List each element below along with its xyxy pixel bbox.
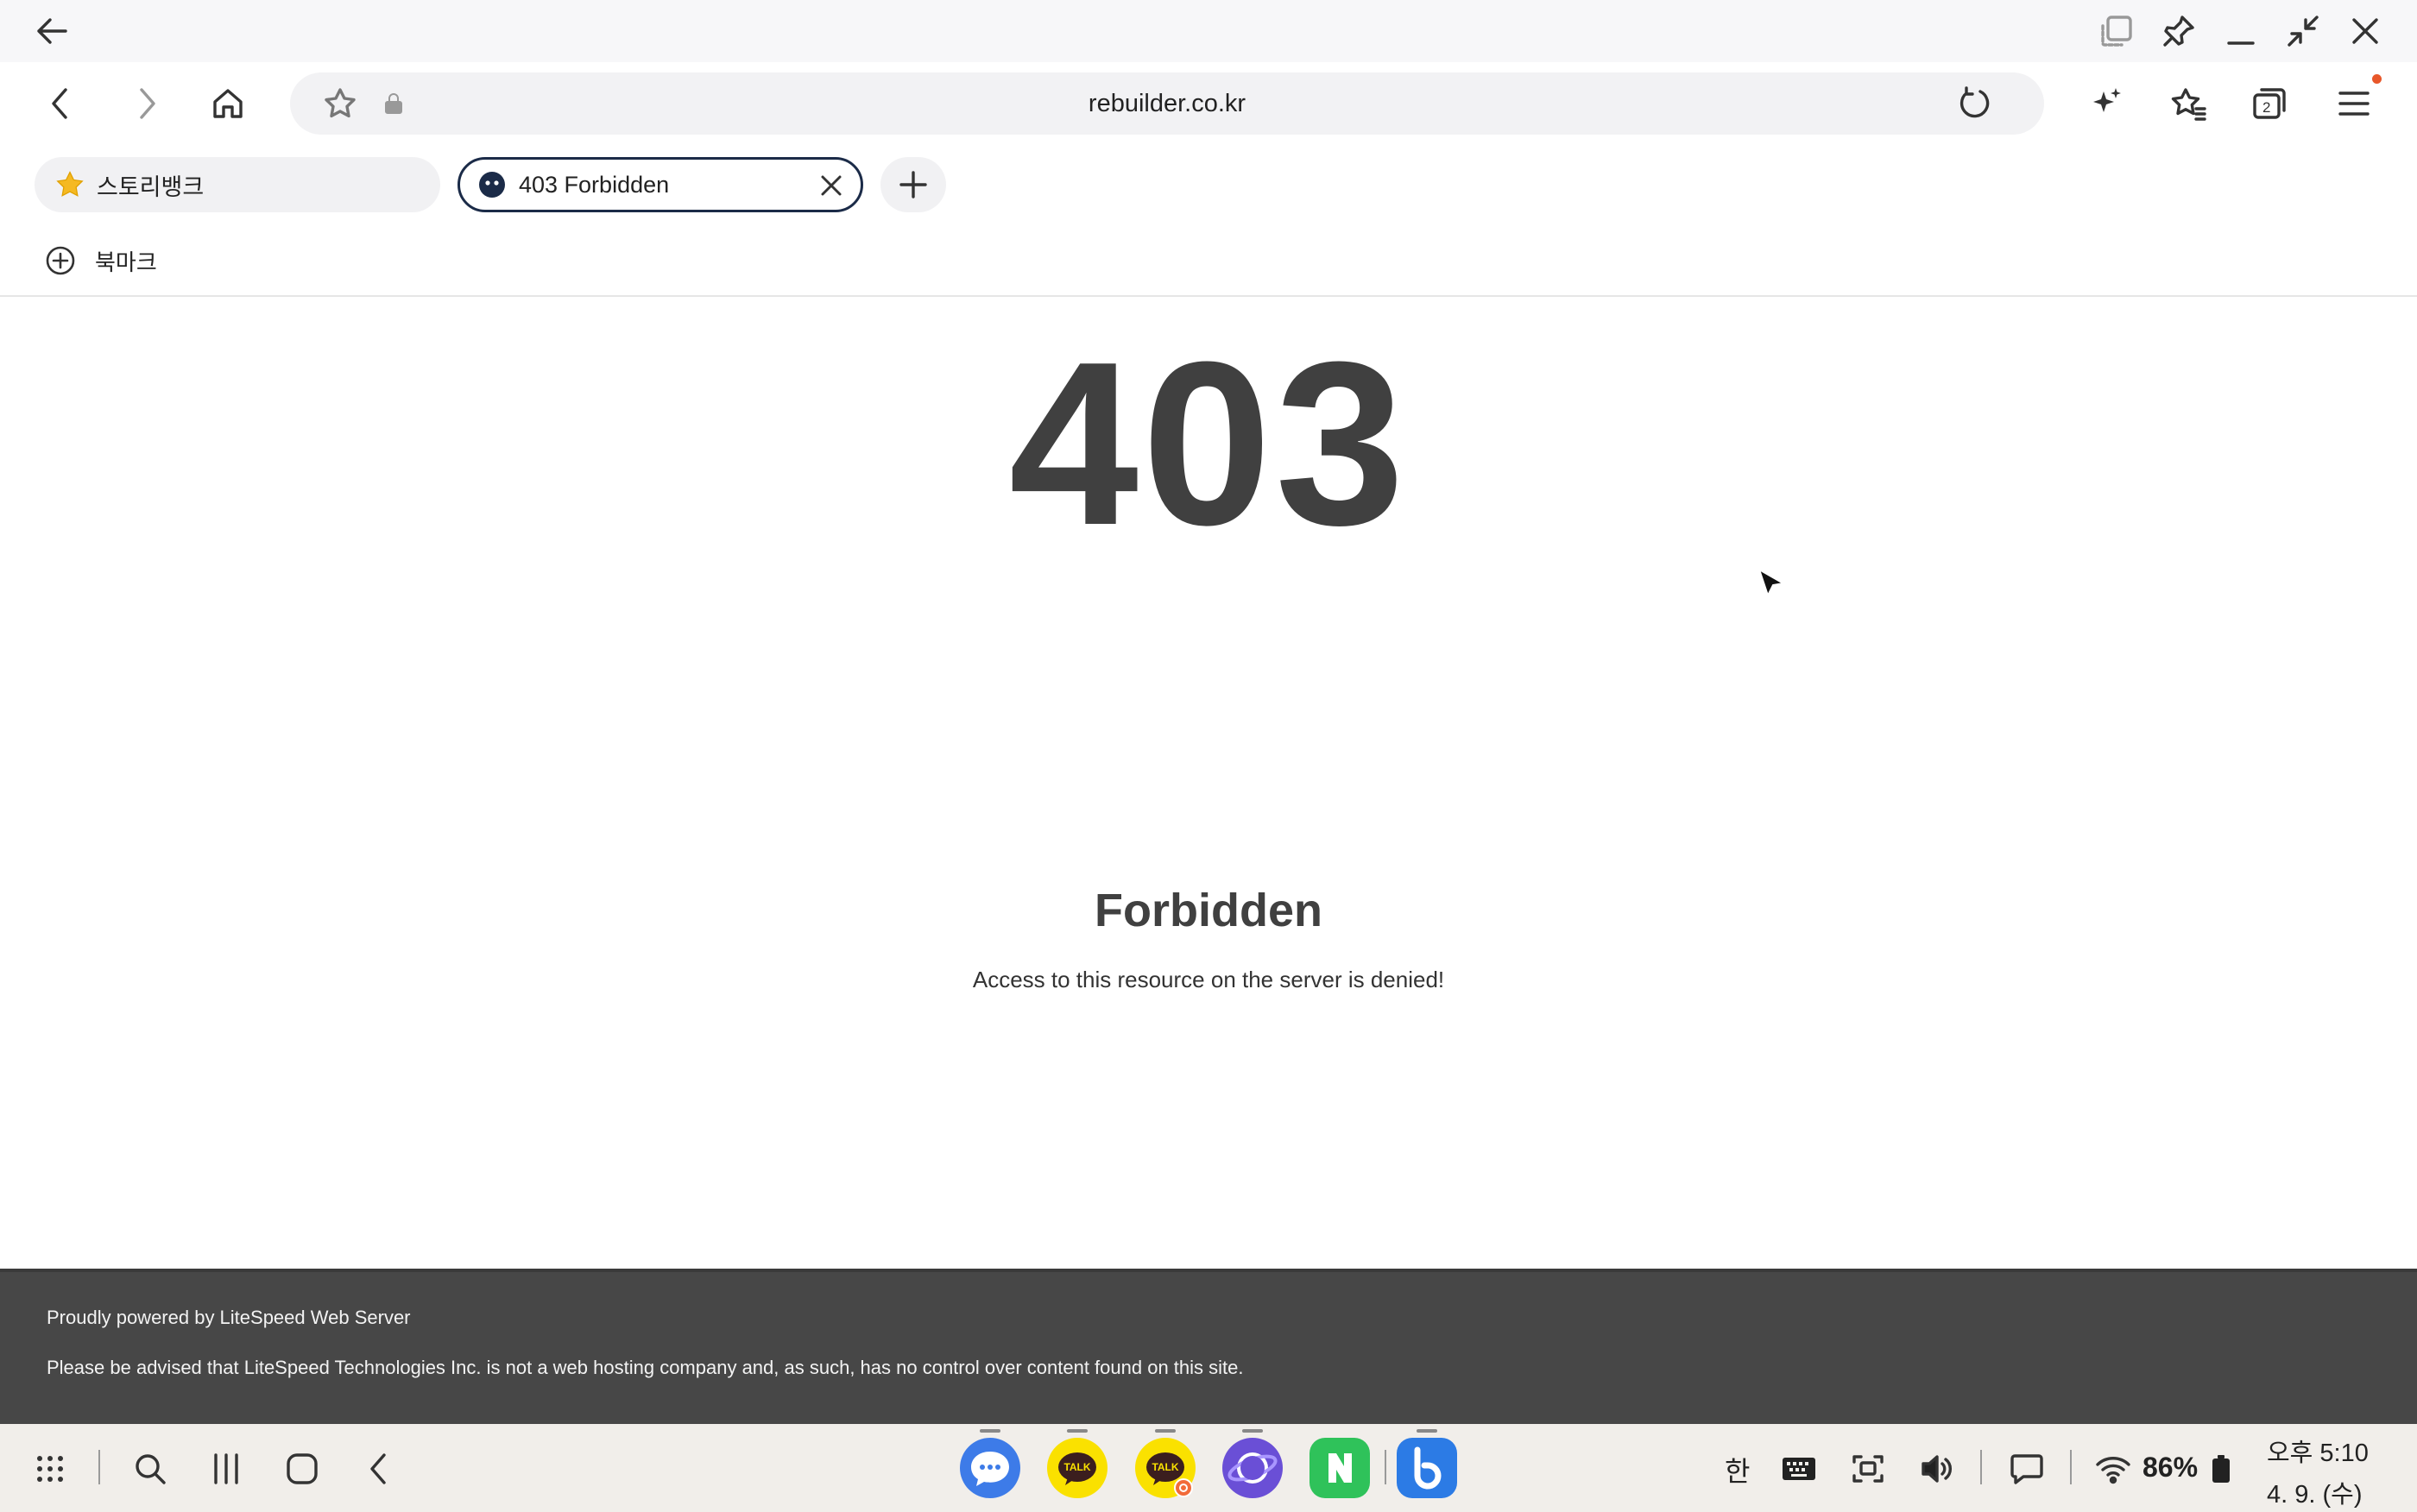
tab-title: 스토리뱅크	[97, 173, 205, 200]
search-icon[interactable]	[129, 1450, 171, 1488]
app-indicator	[1242, 1429, 1263, 1433]
tab-count: 2	[2262, 99, 2271, 116]
taskbar-separator	[1980, 1450, 1982, 1484]
star-favicon-icon	[55, 170, 85, 199]
tab-switcher-button[interactable]: 2	[2248, 83, 2291, 124]
url-text[interactable]: rebuilder.co.kr	[290, 72, 2044, 135]
add-bookmark-button[interactable]: 북마크	[45, 243, 157, 278]
bookmark-bar	[0, 226, 2417, 297]
svg-text:TALK: TALK	[1063, 1461, 1090, 1473]
app-indicator	[1417, 1429, 1437, 1433]
app-indicator	[1067, 1429, 1088, 1433]
back-button[interactable]	[40, 83, 81, 124]
close-icon[interactable]	[2344, 12, 2386, 50]
pin-icon[interactable]	[2158, 12, 2199, 50]
battery-percent: 86%	[2142, 1452, 2199, 1483]
clock-date[interactable]: 4. 9. (수)	[2267, 1474, 2362, 1510]
clock-time[interactable]: 오후 5:10	[2267, 1433, 2369, 1469]
powered-by-text: Proudly powered by LiteSpeed Web Server	[47, 1307, 411, 1328]
tab-title: 403 Forbidden	[519, 171, 670, 198]
home-button[interactable]	[207, 83, 249, 124]
window-title-bar	[0, 0, 2417, 62]
site-favicon-icon	[477, 170, 507, 199]
taskbar-separator	[98, 1450, 100, 1484]
apps-grid-icon[interactable]	[29, 1450, 71, 1488]
taskbar-separator	[2070, 1450, 2072, 1484]
address-bar[interactable]: rebuilder.co.kr	[290, 72, 2044, 135]
back-nav-icon[interactable]	[357, 1450, 399, 1488]
error-title: Forbidden	[1095, 885, 1322, 936]
page-footer: Proudly powered by LiteSpeed Web Server …	[0, 1269, 2417, 1424]
notification-dot	[2372, 74, 2382, 84]
app-indicator	[1155, 1429, 1176, 1433]
multi-window-icon[interactable]	[2096, 12, 2137, 50]
error-message: Access to this resource on the server is…	[972, 967, 1445, 992]
close-tab-icon[interactable]	[816, 170, 847, 201]
home-nav-icon[interactable]	[281, 1450, 323, 1488]
kakaotalk-app-icon[interactable]: TALK	[1047, 1438, 1108, 1498]
error-code: 403	[1008, 314, 1409, 574]
tab-storybank[interactable]: 스토리뱅크	[35, 157, 440, 212]
svg-text:TALK: TALK	[1152, 1461, 1178, 1473]
tab-403-forbidden[interactable]: 403 Forbidden	[458, 157, 863, 212]
forward-button[interactable]	[126, 83, 167, 124]
notifications-icon[interactable]	[2008, 1450, 2046, 1488]
battery-icon	[2210, 1453, 2232, 1484]
reload-icon[interactable]	[1953, 85, 1994, 123]
wifi-icon[interactable]	[2092, 1450, 2134, 1488]
ime-indicator[interactable]: 한	[1725, 1450, 1750, 1490]
screen-capture-icon[interactable]	[1849, 1450, 1887, 1488]
bookmark-label: 북마크	[95, 249, 157, 275]
app-indicator	[980, 1429, 1000, 1433]
add-circle-icon	[45, 245, 76, 276]
kakaotalk-second-app-icon[interactable]: TALK	[1135, 1438, 1196, 1498]
advisory-text: Please be advised that LiteSpeed Technol…	[47, 1357, 1244, 1378]
new-tab-button[interactable]	[880, 157, 946, 212]
minimize-icon[interactable]	[2220, 12, 2262, 50]
recent-apps-icon[interactable]	[205, 1450, 247, 1488]
taskbar-separator	[1385, 1450, 1386, 1484]
sparkle-ai-icon[interactable]	[2086, 83, 2129, 124]
naver-app-icon[interactable]	[1309, 1438, 1370, 1498]
bookmarks-list-icon[interactable]	[2167, 83, 2210, 124]
mouse-cursor-icon	[1756, 566, 1787, 601]
restore-icon[interactable]	[2282, 12, 2324, 50]
keyboard-icon[interactable]	[1780, 1450, 1818, 1488]
bixby-app-icon[interactable]	[1397, 1438, 1457, 1498]
messages-app-icon[interactable]	[960, 1438, 1020, 1498]
samsung-internet-app-icon[interactable]	[1222, 1438, 1283, 1498]
volume-icon[interactable]	[1918, 1450, 1956, 1488]
arrow-left-icon[interactable]	[31, 12, 73, 50]
menu-icon[interactable]	[2332, 83, 2376, 124]
